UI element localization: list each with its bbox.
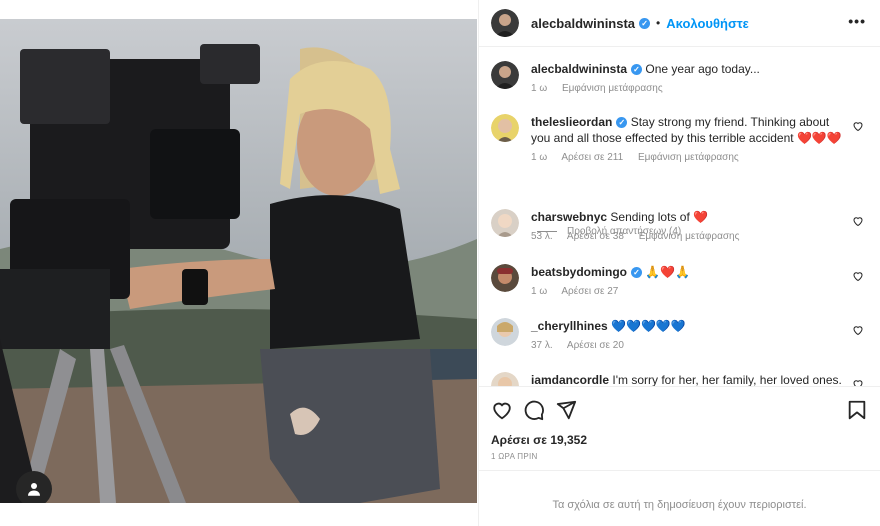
comment-like-heart-icon[interactable] [852,270,864,282]
comment-emoji: 💙💙💙💙💙 [611,319,686,333]
comment-likes[interactable]: Αρέσει σε 20 [567,340,624,351]
comment-likes[interactable]: Αρέσει σε 211 [561,152,623,163]
comment-meta: 53 λ. Αρέσει σε 38 Εμφάνιση μετάφρασης [531,231,868,242]
comment-username[interactable]: charswebnyc [531,210,607,224]
comment-meta: 1 ω Αρέσει σε 211 Εμφάνιση μετάφρασης [531,152,868,163]
post-timestamp[interactable]: 1 ΩΡΑ ΠΡΙΝ [491,452,538,461]
comment-body: iamdancordle I'm sorry for her, her fami… [531,372,842,386]
post-actions-bar [479,386,880,432]
like-count[interactable]: Αρέσει σε 19,352 [491,433,587,447]
caption: alecbaldwininsta ✓ One year ago today... … [491,61,868,94]
comment-avatar[interactable] [491,209,519,237]
author-username[interactable]: alecbaldwininsta [531,16,635,31]
verified-badge-icon: ✓ [616,117,628,128]
comment-text: I'm sorry for her, her family, her loved… [612,373,842,386]
comment-emoji: 🙏❤️🙏 [645,265,691,279]
comment-body: theleslieordan ✓ Stay strong my friend. T… [531,114,842,146]
heart-icon[interactable] [491,399,513,421]
comment-avatar[interactable] [491,318,519,346]
comment-body: charswebnyc Sending lots of ❤️ [531,209,842,225]
user-tag-icon [28,483,40,496]
comments-list[interactable]: alecbaldwininsta ✓ One year ago today... … [479,48,880,386]
verified-badge-icon: ✓ [631,64,643,75]
user-tag-button[interactable] [16,471,52,503]
share-icon[interactable] [555,399,577,421]
comment-item: theleslieordan ✓ Stay strong my friend. T… [491,114,868,163]
follow-button[interactable]: Ακολουθήστε [666,16,749,31]
more-options-icon[interactable]: ••• [848,13,866,29]
comment-translate-link[interactable]: Εμφάνιση μετάφρασης [639,231,740,242]
comment-like-heart-icon[interactable] [852,378,864,386]
comment-username[interactable]: beatsbydomingo [531,265,627,279]
comment-age[interactable]: 1 ω [531,152,547,163]
post-photo-image [0,19,477,503]
comment-emoji: ❤️ [693,210,709,224]
comment-item: _cheryllhines 💙💙💙💙💙 37 λ. Αρέσει σε 20 [491,318,868,351]
caption-avatar[interactable] [491,61,519,89]
caption-body: alecbaldwininsta ✓ One year ago today... [531,61,842,77]
comment-avatar[interactable] [491,114,519,142]
comment-icon[interactable] [523,399,545,421]
comments-restricted-notice: Τα σχόλια σε αυτή τη δημοσίευση έχουν πε… [479,470,880,526]
comment-body: beatsbydomingo ✓ 🙏❤️🙏 [531,264,842,280]
verified-badge-icon: ✓ [639,17,651,29]
comment-meta: 1 ω Αρέσει σε 27 [531,286,868,297]
post-side-panel: alecbaldwininsta ✓ • Ακολουθήστε ••• ale… [478,0,880,526]
comment-like-heart-icon[interactable] [852,324,864,336]
comment-age[interactable]: 1 ω [531,286,547,297]
comment-meta: 37 λ. Αρέσει σε 20 [531,340,868,351]
caption-text: One year ago today... [645,62,760,76]
comment-age[interactable]: 37 λ. [531,340,553,351]
caption-meta: 1 ω Εμφάνιση μετάφρασης [531,83,868,94]
comment-item: beatsbydomingo ✓ 🙏❤️🙏 1 ω Αρέσει σε 27 [491,264,868,297]
comment-item: iamdancordle I'm sorry for her, her fami… [491,372,868,386]
comment-like-heart-icon[interactable] [852,215,864,227]
comment-username[interactable]: theleslieordan [531,115,612,129]
caption-username[interactable]: alecbaldwininsta [531,62,627,76]
header-separator: • [656,16,661,30]
author-avatar[interactable] [491,9,519,37]
bookmark-icon[interactable] [846,399,868,421]
comment-body: _cheryllhines 💙💙💙💙💙 [531,318,842,334]
comment-like-heart-icon[interactable] [852,120,864,132]
comment-translate-link[interactable]: Εμφάνιση μετάφρασης [638,152,739,163]
comment-avatar[interactable] [491,372,519,386]
caption-translate-link[interactable]: Εμφάνιση μετάφρασης [562,83,663,94]
post-header: alecbaldwininsta ✓ • Ακολουθήστε ••• [479,0,880,47]
caption-age[interactable]: 1 ω [531,83,547,94]
verified-badge-icon: ✓ [631,267,643,278]
comment-text: Sending lots of [610,210,690,224]
comment-item: charswebnyc Sending lots of ❤️ 53 λ. Αρέ… [491,209,868,242]
instagram-post-modal: alecbaldwininsta ✓ • Ακολουθήστε ••• ale… [0,0,880,526]
comment-likes[interactable]: Αρέσει σε 27 [561,286,618,297]
comment-username[interactable]: iamdancordle [531,373,609,386]
comment-emoji: ❤️❤️❤️ [796,131,842,145]
comment-username[interactable]: _cheryllhines [531,319,608,333]
comment-avatar[interactable] [491,264,519,292]
comment-likes[interactable]: Αρέσει σε 38 [567,231,624,242]
comment-age[interactable]: 53 λ. [531,231,553,242]
post-photo[interactable] [0,19,477,503]
